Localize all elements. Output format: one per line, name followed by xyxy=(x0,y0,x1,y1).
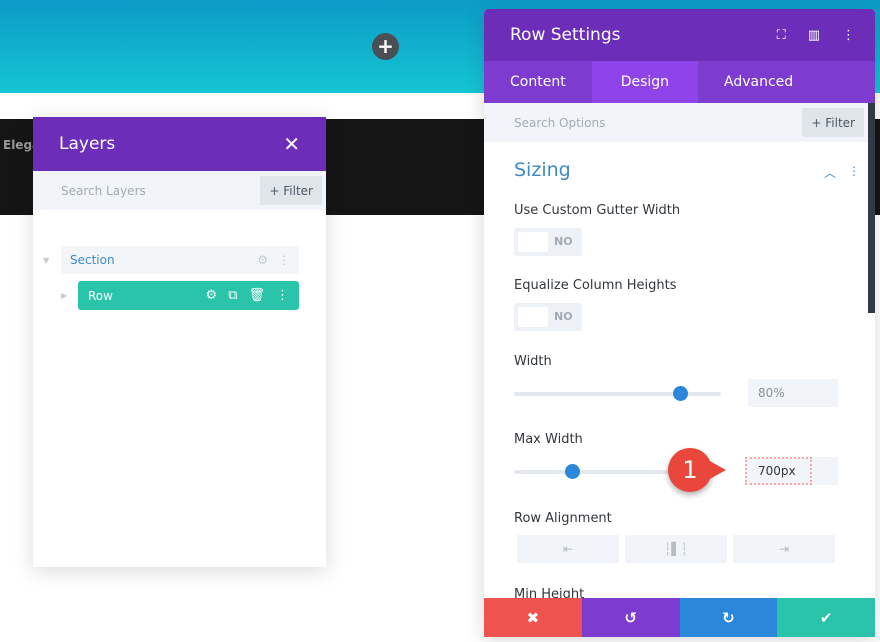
trash-icon[interactable]: 🗑 xyxy=(248,288,265,303)
expand-arrow-icon[interactable]: ▶ xyxy=(61,291,67,300)
layers-header: Layers ✕ xyxy=(33,117,326,171)
gutter-toggle[interactable]: NO xyxy=(514,228,582,256)
settings-footer: ✖ ↺ ↻ ✔ xyxy=(484,598,875,637)
scrollbar[interactable] xyxy=(868,103,875,313)
chevron-up-icon[interactable]: ︿ xyxy=(824,164,836,181)
settings-title: Row Settings xyxy=(510,25,621,45)
fullscreen-icon[interactable]: ⛶ xyxy=(777,28,786,43)
filter-button[interactable]: + Filter xyxy=(802,108,864,137)
search-options-input[interactable]: Search Options xyxy=(514,116,605,130)
more-icon[interactable]: ⋮ xyxy=(276,288,289,303)
gutter-label: Use Custom Gutter Width xyxy=(514,203,681,218)
tab-content[interactable]: Content xyxy=(484,61,592,103)
discard-button[interactable]: ✖ xyxy=(484,598,582,637)
more-icon[interactable]: ⋮ xyxy=(848,164,860,181)
width-input[interactable]: 80% xyxy=(748,379,838,407)
layer-label: Row xyxy=(88,288,113,303)
duplicate-icon[interactable]: ⧉ xyxy=(228,288,237,303)
align-left-button[interactable]: ⇤ xyxy=(517,535,619,563)
annotation-badge: 1 xyxy=(668,448,726,492)
more-icon[interactable]: ⋮ xyxy=(842,28,855,43)
width-label: Width xyxy=(514,354,552,369)
layer-section[interactable]: Section ⚙ ⋮ xyxy=(61,246,299,274)
max-width-input[interactable]: 700px xyxy=(745,457,812,485)
layers-search: Search Layers + Filter xyxy=(33,171,326,210)
search-layers-input[interactable]: Search Layers xyxy=(61,184,146,198)
max-width-label: Max Width xyxy=(514,432,583,447)
slider-thumb[interactable] xyxy=(672,386,688,401)
save-button[interactable]: ✔ xyxy=(777,598,875,637)
equalize-toggle[interactable]: NO xyxy=(514,303,582,331)
redo-button[interactable]: ↻ xyxy=(679,598,778,637)
filter-button[interactable]: + Filter xyxy=(260,176,322,205)
sidebar-layout-icon[interactable]: ▥ xyxy=(808,28,820,43)
undo-button[interactable]: ↺ xyxy=(581,598,680,637)
layer-row[interactable]: Row ⚙ ⧉ 🗑 ⋮ xyxy=(78,281,299,310)
equalize-label: Equalize Column Heights xyxy=(514,278,677,293)
layers-title: Layers xyxy=(59,134,116,154)
close-icon[interactable]: ✕ xyxy=(283,132,300,156)
width-slider[interactable] xyxy=(514,386,721,401)
row-settings-panel: Row Settings ⛶ ▥ ⋮ Content Design Advanced… xyxy=(484,9,875,637)
options-search: Search Options + Filter xyxy=(484,103,868,142)
gear-icon[interactable]: ⚙ xyxy=(206,288,218,303)
layers-panel: Layers ✕ Search Layers + Filter ▼ Sectio… xyxy=(33,117,326,567)
gear-icon[interactable]: ⚙ xyxy=(257,253,268,267)
settings-header: Row Settings ⛶ ▥ ⋮ xyxy=(484,9,875,61)
align-center-button[interactable]: ┆▌┆ xyxy=(625,535,727,563)
settings-tabs: Content Design Advanced xyxy=(484,61,875,103)
add-section-button[interactable]: + xyxy=(372,33,399,60)
row-alignment-label: Row Alignment xyxy=(514,511,612,526)
more-icon[interactable]: ⋮ xyxy=(278,253,290,267)
layer-label: Section xyxy=(70,253,115,267)
group-title[interactable]: Sizing xyxy=(514,159,571,181)
tab-design[interactable]: Design xyxy=(591,61,699,103)
slider-thumb[interactable] xyxy=(564,464,580,479)
align-right-button[interactable]: ⇥ xyxy=(733,535,835,563)
collapse-arrow-icon[interactable]: ▼ xyxy=(43,256,49,265)
tab-advanced[interactable]: Advanced xyxy=(698,61,819,103)
